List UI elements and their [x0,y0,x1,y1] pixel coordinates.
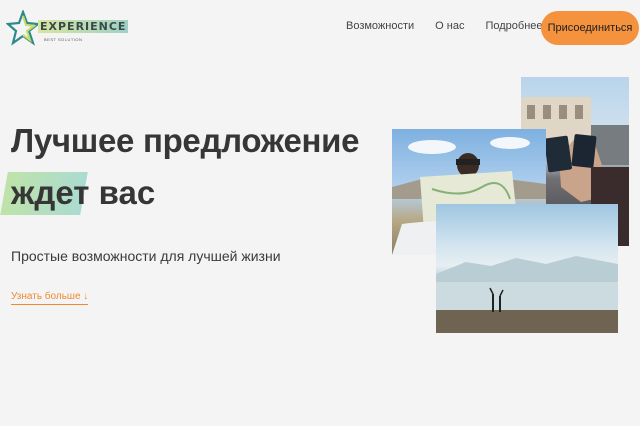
hero-title-rest: вас [98,174,156,211]
hero-subtitle: Простые возможности для лучшей жизни [11,248,281,264]
nav-features[interactable]: Возможности [346,20,414,32]
join-button[interactable]: Присоединиться [541,11,639,45]
hero-title-line2: ждет вас [11,176,155,209]
hero-title-highlight: ждет [11,174,90,211]
nav-more[interactable]: Подробнее [485,20,542,32]
learn-more-link[interactable]: Узнать больше ↓ [11,291,89,305]
logo[interactable]: EXPERIENCE BEST SOLUTION [6,10,129,50]
logo-subtitle: BEST SOLUTION [44,37,83,42]
main-nav: Возможности О нас Подробнее [346,20,543,32]
lake-photo [436,204,618,333]
logo-title: EXPERIENCE [38,20,129,33]
hero-title-line1: Лучшее предложение [11,122,360,159]
star-logo-icon [6,10,40,46]
nav-about[interactable]: О нас [435,20,464,32]
